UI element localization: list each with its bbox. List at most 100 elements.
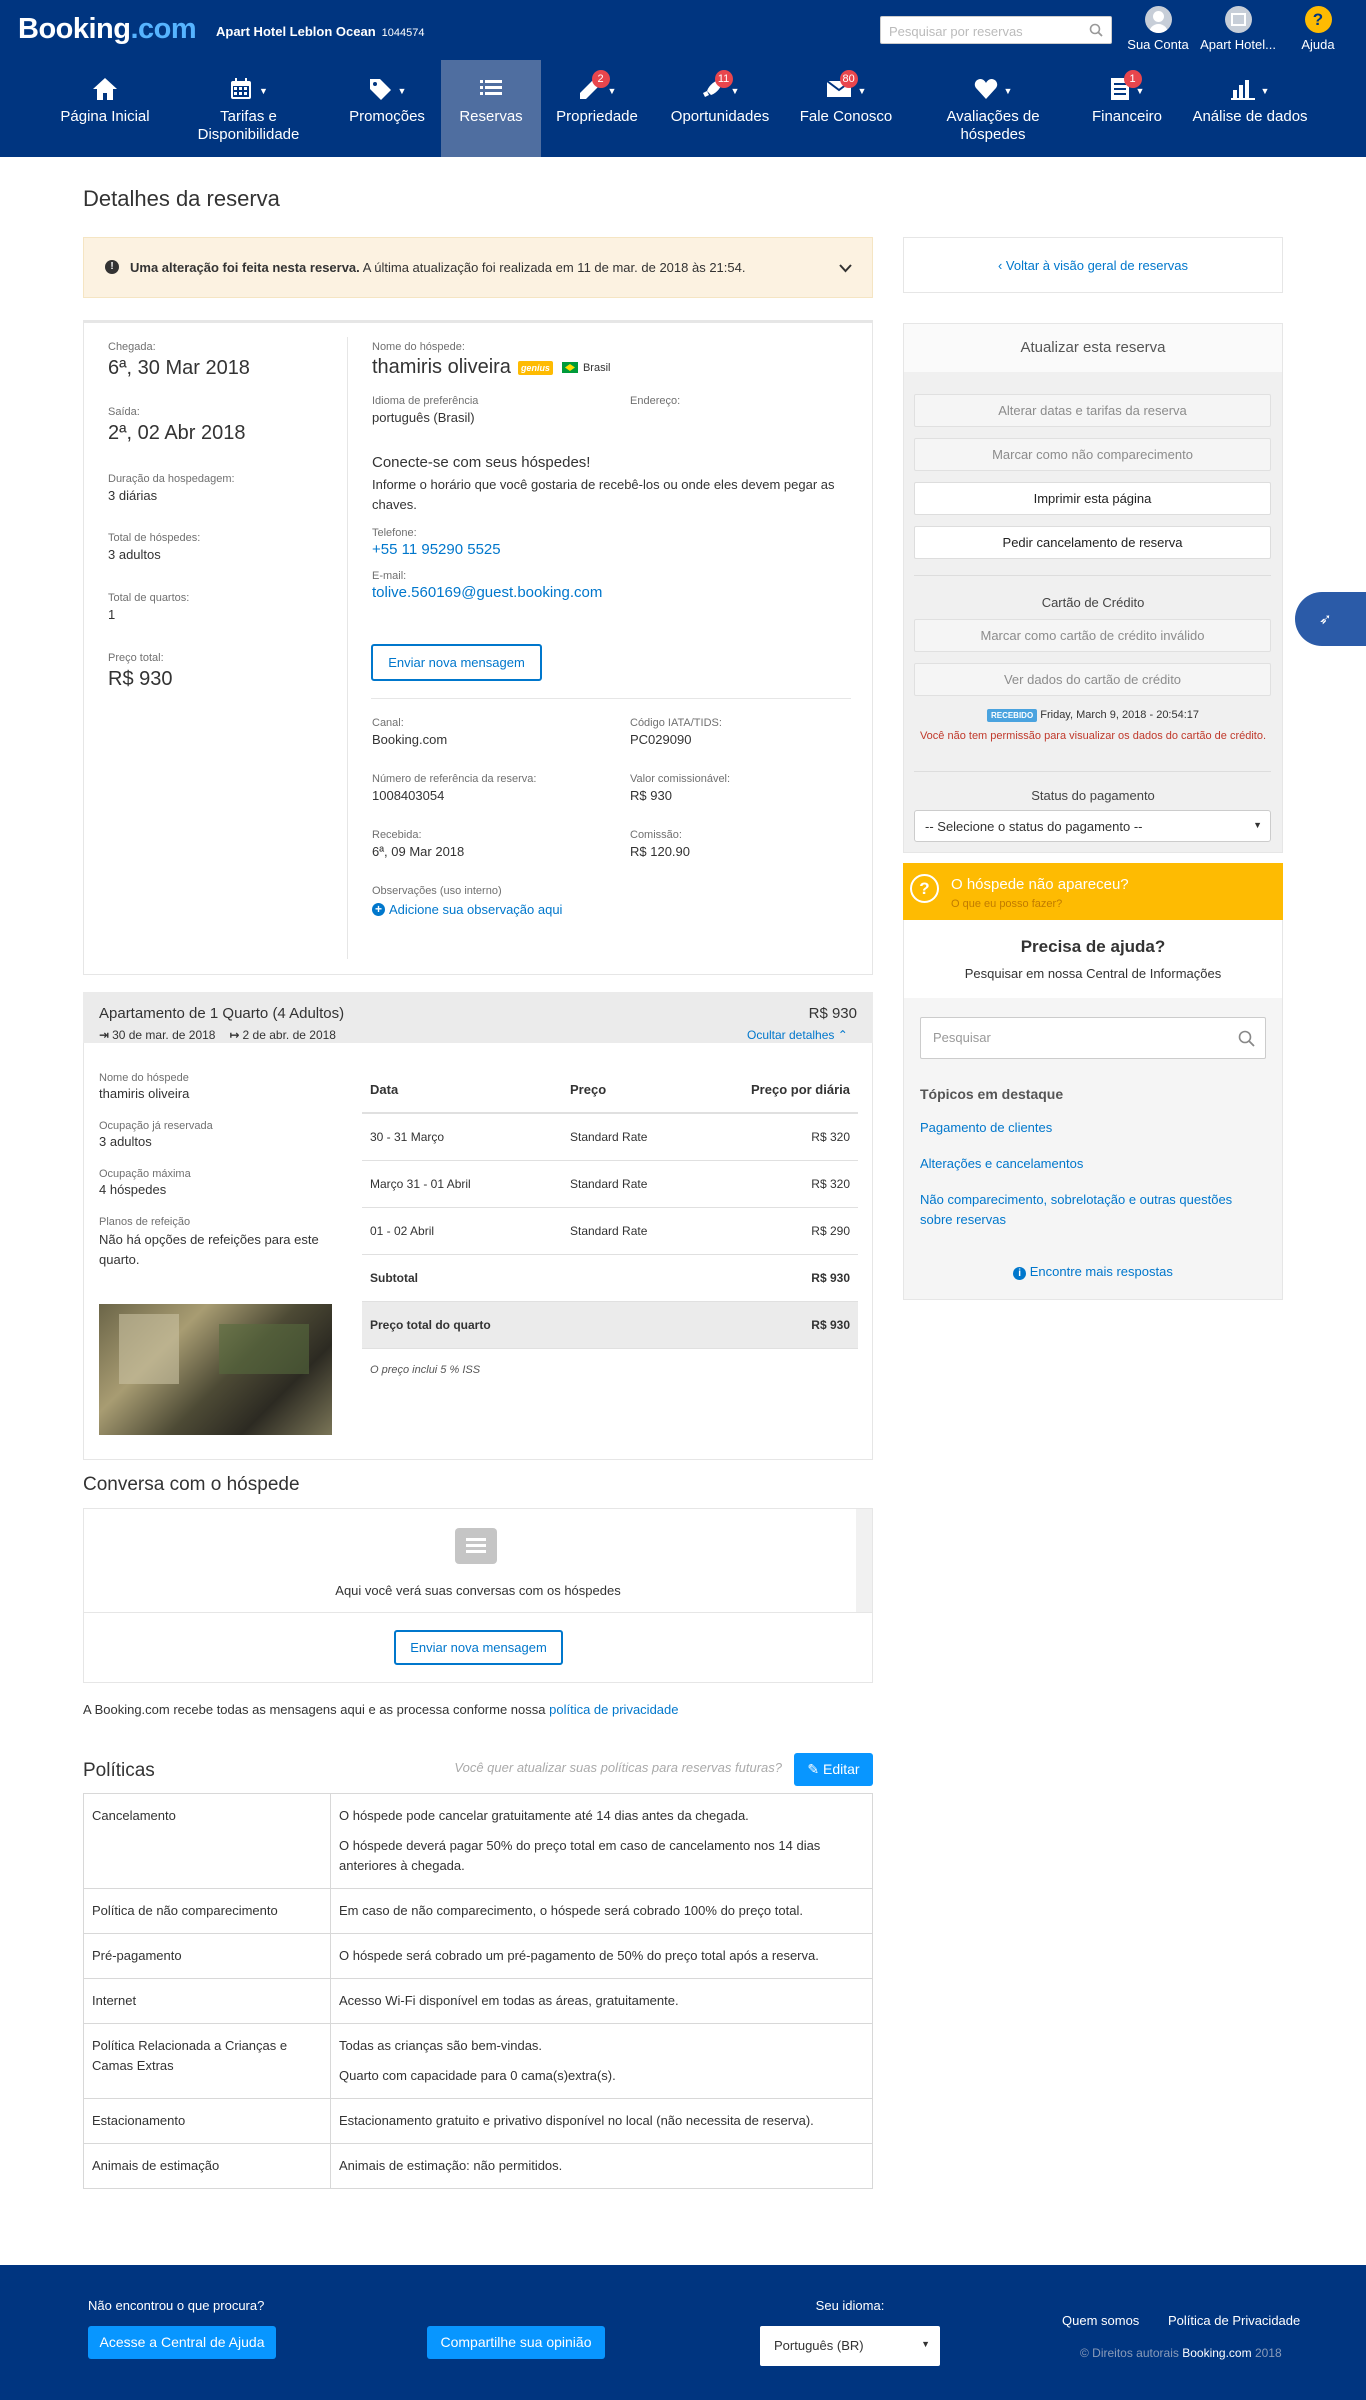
room-photo[interactable]	[99, 1304, 332, 1435]
no-show-sub[interactable]: O que eu posso fazer?	[951, 898, 1062, 910]
property-menu[interactable]: Apart Hotel...	[1198, 6, 1278, 52]
conversation-empty: Aqui você verá suas conversas com os hós…	[335, 1583, 621, 1598]
card-title: Cartão de Crédito	[1041, 595, 1145, 610]
calendar-icon	[229, 77, 253, 106]
print-button[interactable]: Imprimir esta página	[914, 482, 1271, 515]
table-cell	[562, 1301, 695, 1349]
page-title: Detalhes da reserva	[83, 186, 280, 211]
nav-label: Página Inicial	[60, 108, 150, 125]
policy-text: Animais de estimação: não permitidos.	[330, 2143, 873, 2189]
table-row: 30 - 31 Março Standard Rate R$ 320	[362, 1113, 858, 1161]
heart-icon	[974, 78, 998, 105]
reservation-search-input[interactable]: Pesquisar por reservas	[880, 16, 1112, 44]
hide-details-link[interactable]: Ocultar detalhes ⌃	[747, 1028, 848, 1042]
policy-name: Política de não comparecimento	[83, 1888, 331, 1934]
list-icon	[479, 78, 503, 105]
help-center-button[interactable]: Acesse a Central de Ajuda	[88, 2326, 276, 2359]
policy-name: Cancelamento	[83, 1793, 331, 1889]
nav-document[interactable]: ▼ 1 Financeiro	[1078, 60, 1176, 157]
policy-row: Internet Acesso Wi-Fi disponível em todas…	[83, 1978, 873, 2024]
chevron-down-icon: ▼	[857, 86, 867, 96]
policy-name: Política Relacionada a Crianças e Camas …	[83, 2023, 331, 2099]
chat-list-icon	[455, 1528, 497, 1564]
table-row: Março 31 - 01 Abril Standard Rate R$ 320	[362, 1160, 858, 1208]
more-answers-link[interactable]: i Encontre mais respostas	[1013, 1264, 1173, 1280]
user-avatar-icon	[1144, 6, 1172, 33]
edit-policies-button[interactable]: ✎ Editar	[794, 1753, 873, 1786]
mark-card-invalid-button[interactable]: Marcar como cartão de crédito inválido	[914, 619, 1271, 652]
pencil-icon: ✎	[807, 1761, 820, 1777]
table-cell: R$ 290	[694, 1207, 858, 1255]
share-feedback-button[interactable]: Compartilhe sua opinião	[427, 2326, 605, 2359]
privacy-link[interactable]: Política de Privacidade	[1168, 2313, 1300, 2328]
info-icon: i	[1013, 1267, 1027, 1280]
payment-status-select[interactable]: -- Selecione o status do pagamento -- ▼	[914, 810, 1271, 842]
about-link[interactable]: Quem somos	[1062, 2313, 1139, 2328]
no-permission-message: Você não tem permissão para visualizar o…	[919, 730, 1267, 742]
guest-country: Brasil	[582, 361, 611, 374]
nav-list[interactable]: Reservas	[441, 60, 541, 157]
policy-text: Acesso Wi-Fi disponível em todas as área…	[330, 1978, 873, 2024]
total-price: R$ 930	[108, 668, 173, 690]
back-to-reservations-link[interactable]: ‹ Voltar à visão geral de reservas	[998, 258, 1188, 273]
connect-title: Conecte-se com seus hóspedes!	[372, 454, 591, 471]
policies-table: Cancelamento O hóspede pode cancelar grat…	[83, 1793, 873, 2189]
nav-calendar[interactable]: ▼ Tarifas e Disponibilidade	[170, 60, 327, 157]
nav-mail[interactable]: ▼ 80 Fale Conosco	[788, 60, 904, 157]
notification-badge: 11	[714, 70, 733, 88]
send-message-button[interactable]: Enviar nova mensagem	[371, 644, 542, 681]
nav-tag[interactable]: ▼ Promoções	[327, 60, 447, 157]
nav-home[interactable]: Página Inicial	[40, 60, 170, 157]
nav-heart[interactable]: ▼ Avaliações de hóspedes	[908, 60, 1078, 157]
account-menu[interactable]: Sua Conta	[1118, 6, 1198, 52]
change-alert[interactable]: ! Uma alteração foi feita nesta reserva.…	[83, 237, 873, 298]
arrival-icon: ⇥	[99, 1028, 110, 1042]
reservation-number: 1008403054	[372, 788, 445, 803]
policy-row: Cancelamento O hóspede pode cancelar grat…	[83, 1793, 873, 1889]
topic-link[interactable]: Não comparecimento, sobrelotação e outra…	[920, 1190, 1260, 1230]
chevron-down-icon: ▼	[1260, 86, 1270, 96]
guest-email-link[interactable]: tolive.560169@guest.booking.com	[372, 584, 852, 601]
search-icon	[1089, 23, 1103, 37]
feedback-rocket-button[interactable]: ➶	[1295, 592, 1366, 646]
received-badge: RECEBIDO	[986, 709, 1038, 722]
search-icon	[1238, 1030, 1255, 1047]
chevron-down-icon[interactable]	[839, 264, 852, 273]
table-cell: Preço total do quarto	[362, 1301, 562, 1349]
notification-badge: 1	[1123, 70, 1142, 88]
help-menu[interactable]: ? Ajuda	[1278, 6, 1358, 52]
help-question-icon: ?	[1304, 6, 1332, 33]
request-cancel-button[interactable]: Pedir cancelamento de reserva	[914, 526, 1271, 559]
rate-table-header: Data Preço Preço por diária	[362, 1066, 858, 1114]
topic-link[interactable]: Alterações e cancelamentos	[920, 1154, 1260, 1174]
checkin-date: 6ª, 30 Mar 2018	[108, 357, 250, 379]
bar-chart-icon	[1230, 78, 1255, 105]
change-dates-button[interactable]: Alterar datas e tarifas da reserva	[914, 394, 1271, 427]
topic-link[interactable]: Pagamento de clientes	[920, 1118, 1260, 1138]
policy-name: Internet	[83, 1978, 331, 2024]
view-card-button[interactable]: Ver dados do cartão de crédito	[914, 663, 1271, 696]
back-link-box: ‹ Voltar à visão geral de reservas	[903, 237, 1283, 293]
mark-no-show-button[interactable]: Marcar como não comparecimento	[914, 438, 1271, 471]
table-cell: Standard Rate	[562, 1113, 695, 1161]
copyright: © Direitos autorais Booking.com 2018	[1080, 2346, 1282, 2360]
privacy-policy-link[interactable]: política de privacidade	[549, 1702, 678, 1717]
nav-rocket[interactable]: ▼ 11 Oportunidades	[652, 60, 788, 157]
home-icon	[92, 77, 118, 106]
table-cell: Standard Rate	[562, 1160, 695, 1208]
help-search-input[interactable]: Pesquisar	[920, 1017, 1266, 1059]
language-select[interactable]: Português (BR) ▼	[760, 2326, 940, 2366]
help-header	[904, 920, 1282, 998]
policy-row: Política Relacionada a Crianças e Camas …	[83, 2023, 873, 2099]
room-price: R$ 930	[808, 1005, 857, 1022]
info-icon: !	[105, 260, 119, 274]
nav-bar-chart[interactable]: ▼ Análise de dados	[1185, 60, 1315, 157]
add-note-link[interactable]: + Adicione sua observação aqui	[372, 902, 852, 917]
booking-logo[interactable]: Booking.com	[18, 13, 197, 46]
table-cell: Preço	[562, 1066, 695, 1114]
nav-pencil[interactable]: ▼ 2 Propriedade	[541, 60, 653, 157]
table-row: 01 - 02 Abril Standard Rate R$ 290	[362, 1207, 858, 1255]
send-message-button-2[interactable]: Enviar nova mensagem	[394, 1630, 563, 1665]
help-topics: Pagamento de clientes Alterações e cance…	[920, 1118, 1260, 1230]
guest-phone-link[interactable]: +55 11 95290 5525	[372, 541, 852, 558]
